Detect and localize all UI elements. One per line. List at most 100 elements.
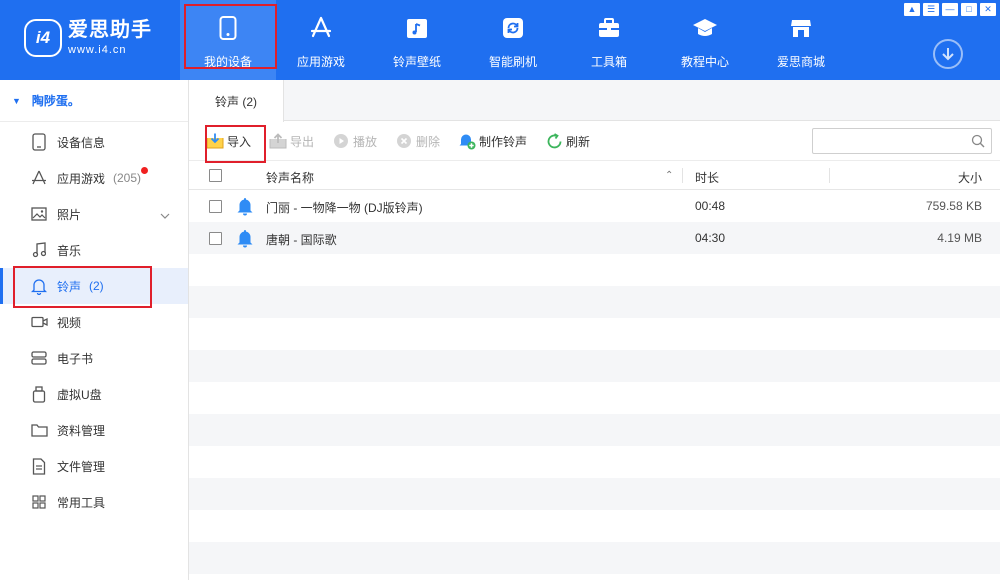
tab-ringtones[interactable]: 铃声 (2) (189, 80, 284, 122)
sidebar-item-data-management[interactable]: 资料管理 (0, 412, 188, 448)
toolbar: 导入 导出 播放 删除 制作铃声 刷新 (189, 121, 1000, 161)
photo-icon (30, 205, 48, 223)
import-button[interactable]: 导入 (206, 131, 251, 151)
table-header: 铃声名称 ⌃ 时长 大小 (189, 161, 1000, 190)
empty-row (189, 382, 1000, 414)
column-header-duration[interactable]: 时长 (695, 169, 719, 186)
tab-bar: 铃声 (2) (189, 80, 1000, 122)
play-icon (332, 132, 350, 150)
sort-up-icon[interactable]: ⌃ (665, 170, 673, 181)
refresh-button[interactable]: 刷新 (545, 131, 590, 151)
column-header-size[interactable]: 大小 (958, 169, 982, 186)
ringtone-name: 门丽 - 一物降一物 (DJ版铃声) (266, 201, 423, 215)
top-header: i4 爱思助手 www.i4.cn 我的设备 应用游戏 铃声壁纸 智能刷机 工具… (0, 0, 1000, 80)
ringtone-bell-icon (236, 197, 254, 219)
sidebar-item-common-tools[interactable]: 常用工具 (0, 484, 188, 520)
minimize-icon[interactable]: — (942, 3, 958, 16)
sidebar-item-file-management[interactable]: 文件管理 (0, 448, 188, 484)
store-icon (788, 15, 814, 41)
notification-dot (141, 167, 148, 174)
export-icon (269, 132, 287, 150)
toolbox-icon (596, 15, 622, 41)
shirt-icon[interactable]: ▲ (904, 3, 920, 16)
empty-row (189, 542, 1000, 574)
select-all-checkbox[interactable] (209, 169, 222, 182)
nav-apps-games[interactable]: 应用游戏 (273, 0, 369, 80)
device-info-icon (30, 133, 48, 151)
empty-row (189, 446, 1000, 478)
make-ringtone-button[interactable]: 制作铃声 (458, 131, 527, 151)
ringtone-duration: 04:30 (695, 231, 726, 245)
empty-row (189, 414, 1000, 446)
sidebar-item-ringtones[interactable]: 铃声 (2) (0, 268, 188, 304)
table-row[interactable]: 唐朝 - 国际歌 04:30 4.19 MB (189, 222, 1000, 254)
close-icon[interactable]: ✕ (980, 3, 996, 16)
sidebar-item-photos[interactable]: 照片 (0, 196, 188, 232)
delete-button[interactable]: 删除 (395, 131, 440, 151)
row-checkbox[interactable] (209, 232, 222, 245)
ringtone-size: 759.58 KB (925, 199, 982, 213)
menu-icon[interactable]: ☰ (923, 3, 939, 16)
download-arrow-icon (942, 48, 954, 61)
search-box (812, 128, 992, 154)
grid-tools-icon (30, 493, 48, 511)
sidebar-item-virtual-udisk[interactable]: 虚拟U盘 (0, 376, 188, 412)
nav-smart-flash[interactable]: 智能刷机 (465, 0, 561, 80)
search-icon[interactable] (971, 134, 985, 151)
nav-ringtones-wallpapers[interactable]: 铃声壁纸 (369, 0, 465, 80)
nav-toolbox[interactable]: 工具箱 (561, 0, 657, 80)
ringtone-table: 铃声名称 ⌃ 时长 大小 门丽 - 一物降一物 (DJ版铃声) 00:48 75… (189, 161, 1000, 574)
search-input[interactable] (819, 132, 959, 150)
maximize-icon[interactable]: □ (961, 3, 977, 16)
bell-plus-icon (458, 132, 476, 150)
book-icon (30, 349, 48, 367)
sidebar-item-device-info[interactable]: 设备信息 (0, 124, 188, 160)
play-button[interactable]: 播放 (332, 131, 377, 151)
column-divider (682, 168, 683, 183)
refresh-icon (545, 132, 563, 150)
refresh-box-icon (500, 15, 526, 41)
ringtone-size: 4.19 MB (937, 231, 982, 245)
video-icon (30, 313, 48, 331)
graduation-cap-icon (692, 15, 718, 41)
import-icon (206, 132, 224, 150)
app-url: www.i4.cn (68, 44, 127, 56)
app-store-icon (30, 169, 48, 187)
folder-icon (30, 421, 48, 439)
usb-drive-icon (30, 385, 48, 403)
nav-store[interactable]: 爱思商城 (753, 0, 849, 80)
row-checkbox[interactable] (209, 200, 222, 213)
empty-row (189, 350, 1000, 382)
bell-icon (30, 277, 48, 295)
export-button[interactable]: 导出 (269, 131, 314, 151)
device-selector[interactable]: ▼ 陶陟蛋。 (0, 80, 188, 122)
window-controls: ▲ ☰ — □ ✕ (904, 3, 996, 16)
column-divider (829, 168, 830, 183)
phone-icon (215, 15, 241, 41)
sidebar-item-apps[interactable]: 应用游戏 (205) (0, 160, 188, 196)
empty-row (189, 286, 1000, 318)
ringtone-bell-icon (236, 229, 254, 251)
delete-icon (395, 132, 413, 150)
app-store-icon (308, 15, 334, 41)
music-folder-icon (404, 15, 430, 41)
nav-tutorial-center[interactable]: 教程中心 (657, 0, 753, 80)
chevron-down-icon[interactable] (160, 208, 170, 222)
ringtone-name: 唐朝 - 国际歌 (266, 233, 337, 247)
app-logo: i4 爱思助手 www.i4.cn (24, 19, 152, 57)
file-icon (30, 457, 48, 475)
column-header-name[interactable]: 铃声名称 (266, 169, 314, 186)
table-row[interactable]: 门丽 - 一物降一物 (DJ版铃声) 00:48 759.58 KB (189, 190, 1000, 222)
nav-my-device[interactable]: 我的设备 (180, 0, 276, 80)
download-button[interactable] (933, 39, 963, 69)
sidebar-item-ebooks[interactable]: 电子书 (0, 340, 188, 376)
empty-row (189, 510, 1000, 542)
app-name: 爱思助手 (68, 19, 152, 41)
sidebar-item-music[interactable]: 音乐 (0, 232, 188, 268)
expand-triangle-icon: ▼ (12, 95, 21, 106)
sidebar-item-video[interactable]: 视频 (0, 304, 188, 340)
empty-row (189, 254, 1000, 286)
device-name: 陶陟蛋。 (31, 94, 80, 108)
logo-badge: i4 (24, 19, 62, 57)
ringtone-duration: 00:48 (695, 199, 726, 213)
